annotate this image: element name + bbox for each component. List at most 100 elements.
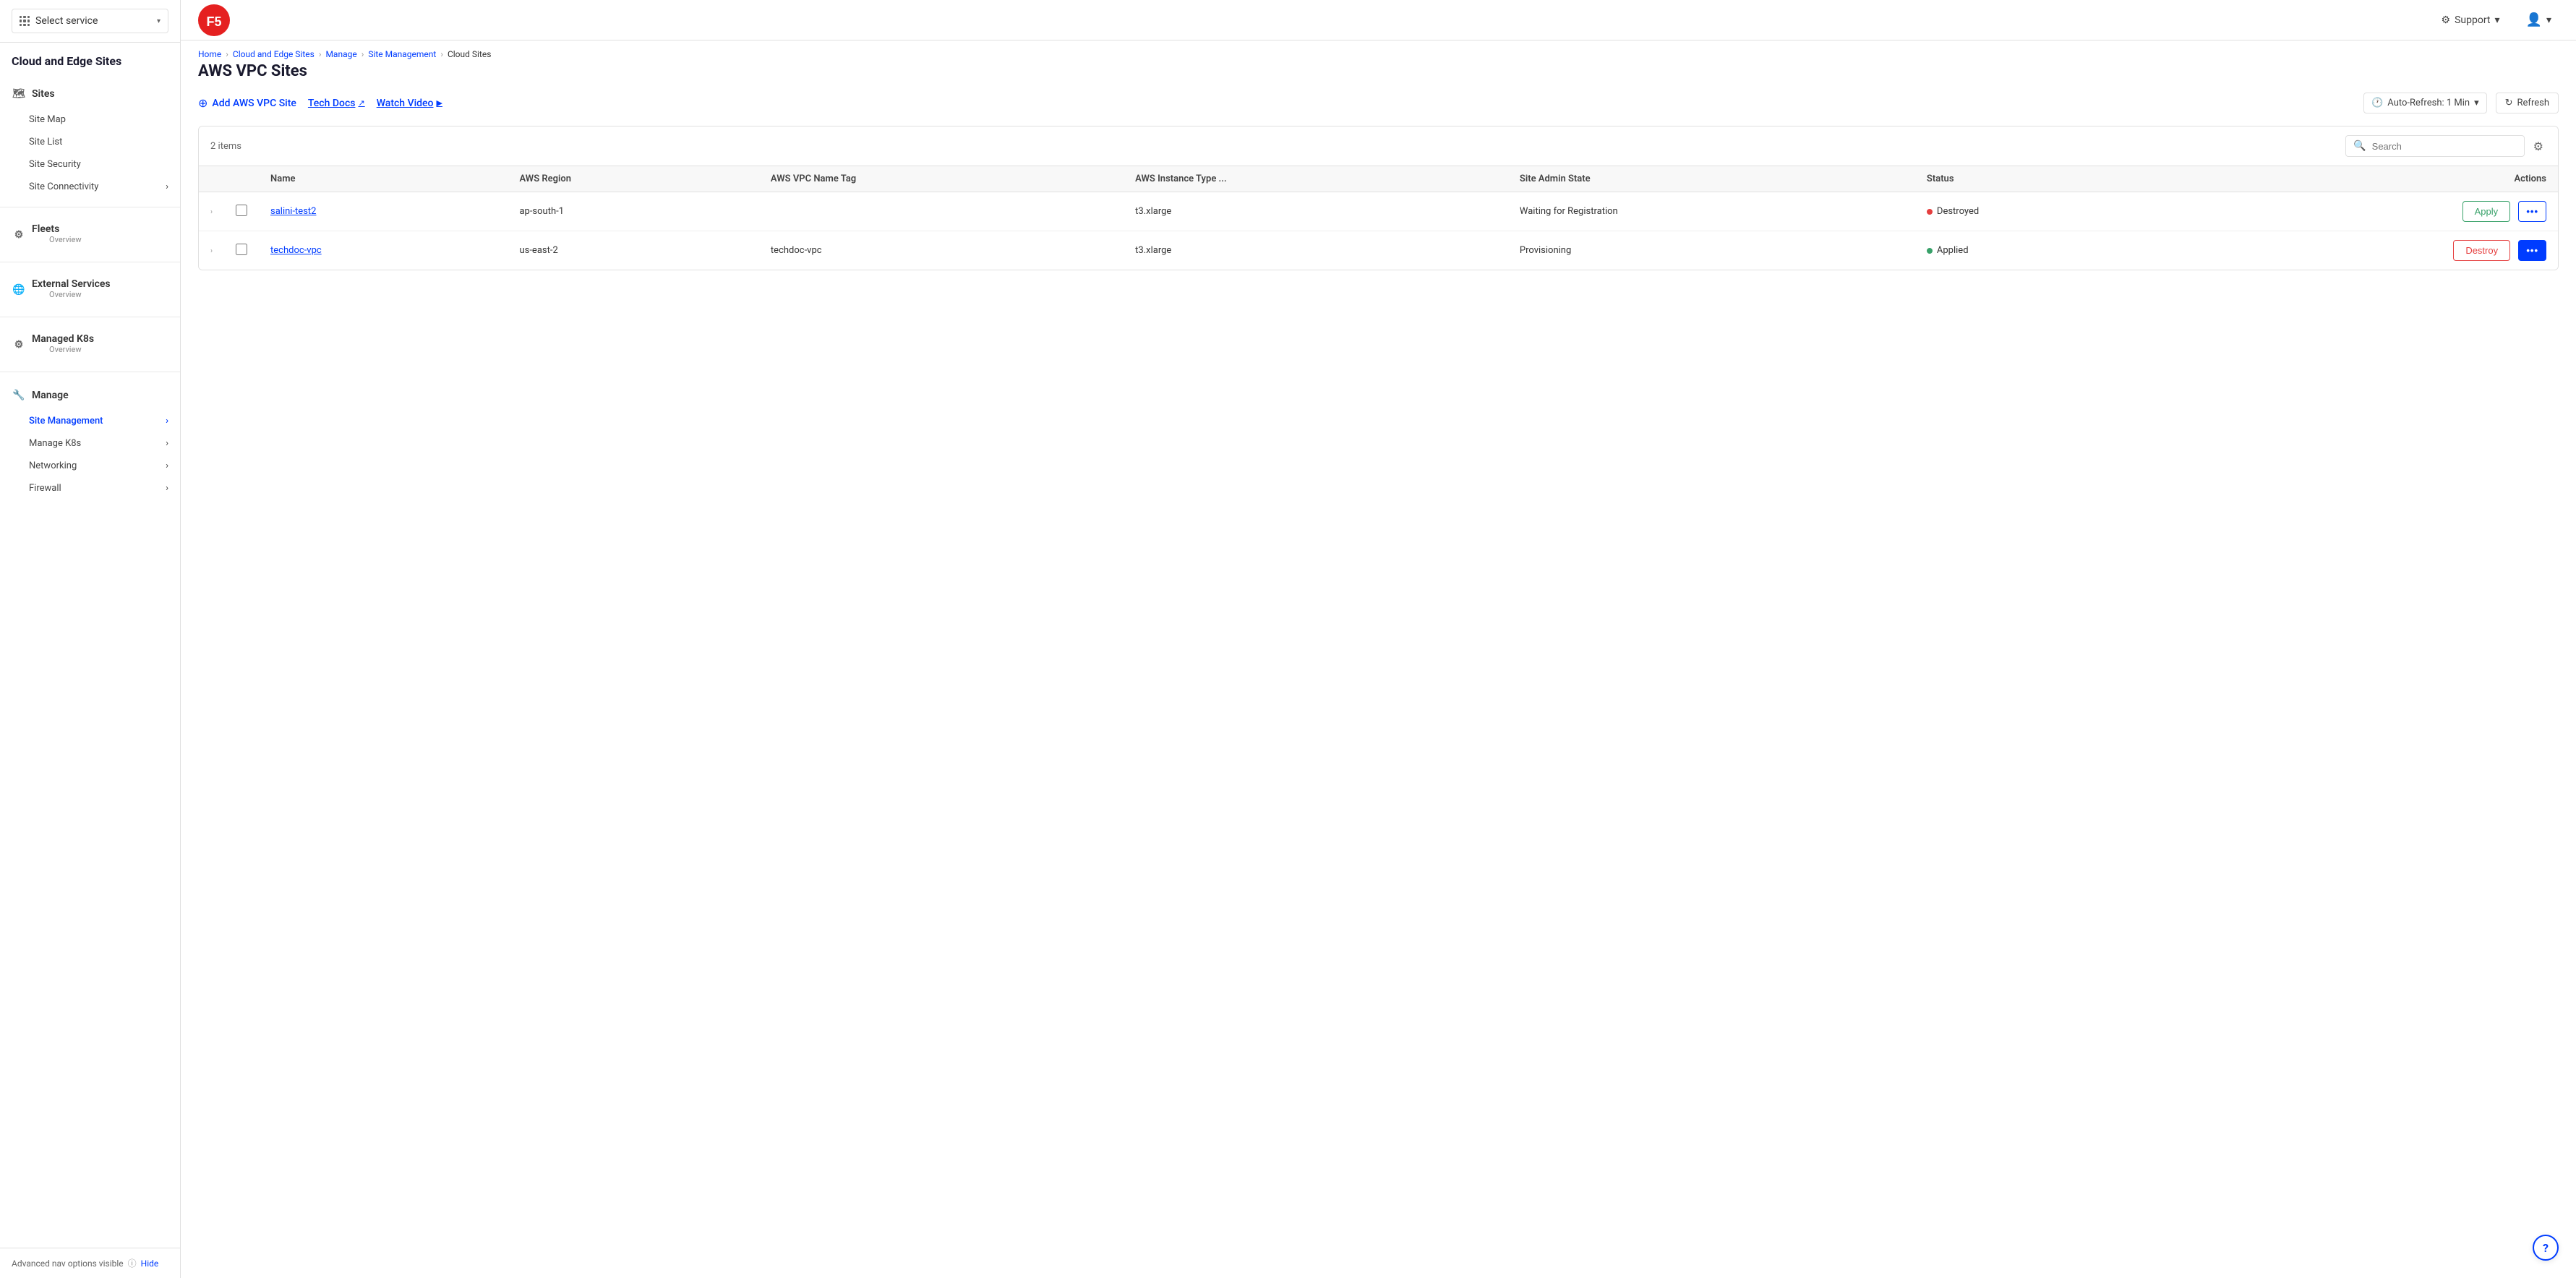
table-settings-button[interactable]: ⚙ [2530, 137, 2546, 156]
manage-icon: 🔧 [12, 388, 26, 403]
help-button[interactable]: ? [2533, 1235, 2559, 1261]
plus-icon: ⊕ [198, 96, 207, 110]
chevron-right-icon: › [166, 416, 168, 426]
service-select-text: Select service [35, 15, 98, 27]
nav-section-external-services: 🌐 External Services Overview [0, 265, 180, 314]
row-instance-type: t3.xlarge [1124, 231, 1508, 270]
breadcrumb-cloud-edge[interactable]: Cloud and Edge Sites [233, 49, 314, 59]
th-checkbox [224, 166, 259, 192]
breadcrumb-sep: › [319, 49, 322, 59]
sidebar: Select service ▾ Cloud and Edge Sites 🗺 … [0, 0, 181, 1278]
refresh-label: Refresh [2517, 98, 2549, 108]
sidebar-item-networking[interactable]: Networking › [0, 455, 180, 477]
sidebar-item-site-list[interactable]: Site List [0, 131, 180, 153]
th-vpc-name-tag: AWS VPC Name Tag [759, 166, 1124, 192]
nav-section-manage: 🔧 Manage Site Management › Manage K8s › … [0, 375, 180, 505]
sidebar-header: Select service ▾ [0, 0, 180, 43]
row-name-link[interactable]: techdoc-vpc [270, 245, 322, 256]
svg-text:F5: F5 [206, 14, 221, 28]
row-status: Destroyed [1915, 192, 2168, 231]
row-checkbox[interactable] [236, 244, 247, 255]
grid-icon [20, 16, 30, 26]
content-area: ⊕ Add AWS VPC Site Tech Docs ↗ Watch Vid… [181, 92, 2576, 1278]
row-name-link[interactable]: salini-test2 [270, 206, 316, 217]
external-services-label: External Services [32, 278, 111, 290]
fleets-subtitle: Overview [49, 235, 82, 246]
refresh-button[interactable]: ↻ Refresh [2496, 93, 2559, 113]
service-select-dropdown[interactable]: Select service ▾ [12, 9, 168, 33]
manage-label: Manage [32, 390, 69, 401]
destroy-button[interactable]: Destroy [2453, 240, 2510, 261]
chevron-down-icon: ▾ [2474, 98, 2479, 108]
breadcrumb-site-management[interactable]: Site Management [368, 49, 436, 59]
chevron-right-icon: › [166, 483, 168, 494]
footer-text: Advanced nav options visible [12, 1258, 124, 1269]
th-aws-region: AWS Region [508, 166, 758, 192]
sidebar-item-sites[interactable]: 🗺 Sites [0, 80, 180, 108]
sidebar-item-site-map[interactable]: Site Map [0, 108, 180, 131]
managed-k8s-label: Managed K8s [32, 333, 94, 345]
th-instance-type: AWS Instance Type ... [1124, 166, 1508, 192]
row-actions: Destroy ••• [2168, 231, 2558, 270]
chevron-right-icon: › [166, 438, 168, 449]
sidebar-item-firewall[interactable]: Firewall › [0, 477, 180, 499]
status-dot-icon [1927, 248, 1933, 254]
sidebar-item-site-management[interactable]: Site Management › [0, 410, 180, 432]
chevron-down-icon: ▾ [2495, 14, 2500, 26]
breadcrumb: Home › Cloud and Edge Sites › Manage › S… [181, 40, 2576, 62]
sidebar-item-manage-k8s[interactable]: Manage K8s › [0, 432, 180, 455]
row-expand-icon[interactable]: › [210, 247, 213, 255]
items-count: 2 items [210, 141, 241, 152]
aws-vpc-sites-table-container: 2 items 🔍 ⚙ Name AWS Region [198, 126, 2559, 270]
row-aws-region: ap-south-1 [508, 192, 758, 231]
sidebar-footer: Advanced nav options visible ⓘ Hide [0, 1248, 180, 1278]
row-status: Applied [1915, 231, 2168, 270]
more-actions-button[interactable]: ••• [2518, 201, 2546, 222]
breadcrumb-home[interactable]: Home [198, 49, 221, 59]
tech-docs-label: Tech Docs [308, 98, 356, 109]
breadcrumb-manage[interactable]: Manage [325, 49, 356, 59]
breadcrumb-sep: › [361, 49, 364, 59]
hide-nav-link[interactable]: Hide [141, 1258, 159, 1269]
row-expand-icon[interactable]: › [210, 208, 213, 216]
sidebar-item-external-services[interactable]: 🌐 External Services Overview [0, 271, 180, 308]
row-checkbox[interactable] [236, 205, 247, 216]
row-admin-state: Provisioning [1508, 231, 1915, 270]
user-button[interactable]: 👤 ▾ [2519, 8, 2559, 32]
support-button[interactable]: ⚙ Support ▾ [2434, 10, 2507, 30]
table-body: › salini-test2 ap-south-1 t3.xlarge Wait… [199, 192, 2558, 270]
sidebar-item-manage[interactable]: 🔧 Manage [0, 381, 180, 410]
service-select-label: Select service [20, 15, 98, 27]
main-content: F5 ⚙ Support ▾ 👤 ▾ Home › Cloud and Edge… [181, 0, 2576, 1278]
status-text: Destroyed [1937, 206, 1979, 217]
topbar: F5 ⚙ Support ▾ 👤 ▾ [181, 0, 2576, 40]
auto-refresh-dropdown[interactable]: 🕐 Auto-Refresh: 1 Min ▾ [2363, 93, 2487, 113]
more-actions-button-active[interactable]: ••• [2518, 240, 2546, 261]
aws-vpc-sites-table: Name AWS Region AWS VPC Name Tag AWS Ins… [199, 166, 2558, 270]
breadcrumb-sep: › [226, 49, 228, 59]
sidebar-item-fleets[interactable]: ⚙ Fleets Overview [0, 216, 180, 253]
search-input[interactable] [2372, 141, 2517, 152]
managed-k8s-icon: ⚙ [12, 338, 26, 352]
external-link-icon: ↗ [358, 98, 364, 108]
sidebar-section-title: Cloud and Edge Sites [0, 43, 180, 74]
breadcrumb-sep: › [440, 49, 443, 59]
row-instance-type: t3.xlarge [1124, 192, 1508, 231]
table-toolbar: 2 items 🔍 ⚙ [199, 126, 2558, 166]
search-box: 🔍 [2345, 135, 2524, 157]
nav-section-sites: 🗺 Sites Site Map Site List Site Security… [0, 74, 180, 204]
sidebar-item-site-connectivity[interactable]: Site Connectivity › [0, 176, 180, 198]
add-aws-vpc-site-button[interactable]: ⊕ Add AWS VPC Site [198, 92, 296, 114]
apply-button[interactable]: Apply [2462, 201, 2511, 222]
site-management-label: Site Management [29, 416, 103, 426]
sidebar-item-managed-k8s[interactable]: ⚙ Managed K8s Overview [0, 326, 180, 363]
tech-docs-link[interactable]: Tech Docs ↗ [308, 98, 365, 109]
nav-section-managed-k8s: ⚙ Managed K8s Overview [0, 320, 180, 369]
sidebar-item-site-security[interactable]: Site Security [0, 153, 180, 176]
chevron-right-icon: › [166, 181, 168, 192]
table-row: › salini-test2 ap-south-1 t3.xlarge Wait… [199, 192, 2558, 231]
search-icon: 🔍 [2353, 140, 2366, 152]
networking-label: Networking [29, 460, 77, 471]
managed-k8s-subtitle: Overview [49, 345, 94, 356]
watch-video-link[interactable]: Watch Video ▶ [377, 98, 442, 109]
